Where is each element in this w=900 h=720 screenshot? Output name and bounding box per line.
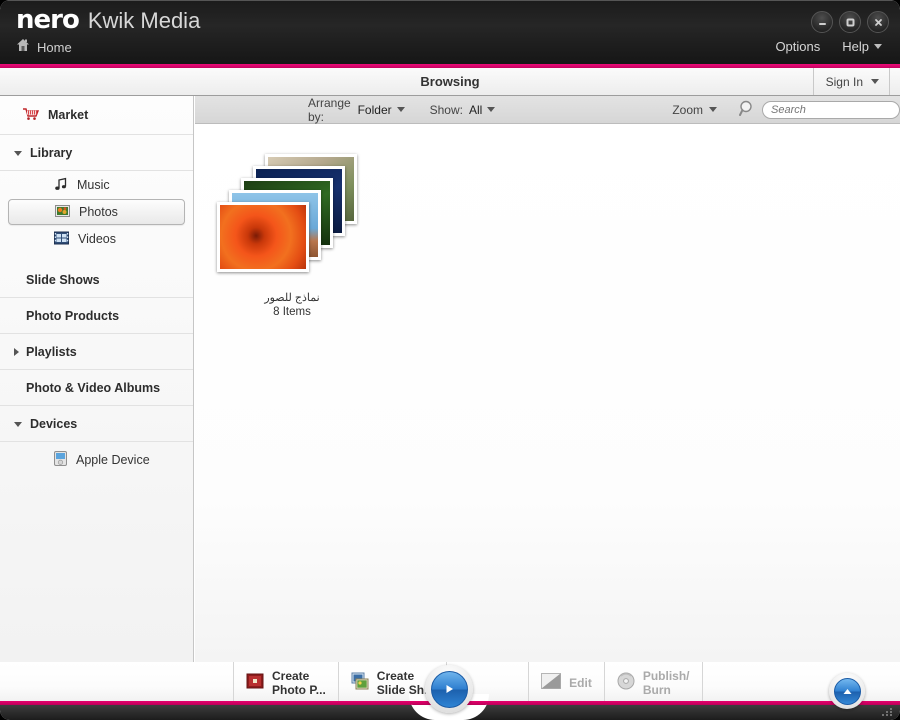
sidebar-item-playlists[interactable]: Playlists xyxy=(0,334,193,370)
chevron-up-icon xyxy=(833,677,861,705)
resize-grip[interactable] xyxy=(882,708,894,717)
app-brand: nero Kwik Media xyxy=(16,5,200,35)
show-value[interactable]: All xyxy=(468,102,496,117)
brand-product-label: Kwik Media xyxy=(87,8,201,33)
sub-header: Browsing Sign In xyxy=(0,68,900,96)
sidebar-item-photo-products[interactable]: Photo Products xyxy=(0,298,193,334)
sidebar-item-slide-shows[interactable]: Slide Shows xyxy=(0,262,193,298)
expand-panel-button[interactable] xyxy=(829,673,865,709)
arrange-by-label: Arrange by: xyxy=(308,95,351,124)
show-label: Show: xyxy=(429,102,463,117)
sidebar-item-label: Photos xyxy=(79,205,118,219)
arrange-by-control[interactable]: Arrange by: Folder xyxy=(308,96,405,124)
burn-disc-icon xyxy=(617,672,635,693)
sign-in-button[interactable]: Sign In xyxy=(812,68,890,95)
music-note-icon xyxy=(54,177,68,194)
chevron-down-icon xyxy=(396,107,405,112)
home-label: Home xyxy=(37,40,72,55)
sidebar-item-music[interactable]: Music xyxy=(8,171,185,199)
title-bar: nero Kwik Media Home Options Help xyxy=(0,0,900,64)
label-line-1: Create xyxy=(272,668,310,683)
page-title: Browsing xyxy=(420,74,480,89)
create-photo-product-button[interactable]: Create Photo P... xyxy=(233,662,339,703)
search-control[interactable] xyxy=(739,100,900,120)
chevron-down-icon xyxy=(14,151,22,156)
sidebar-item-label: Apple Device xyxy=(76,453,150,467)
close-button[interactable] xyxy=(867,11,889,33)
publish-burn-button[interactable]: Publish/ Burn xyxy=(605,662,703,703)
options-menu-item[interactable]: Options xyxy=(775,39,820,54)
edit-label: Edit xyxy=(569,676,592,690)
sidebar-item-videos[interactable]: Videos xyxy=(8,225,185,253)
sign-in-label: Sign In xyxy=(825,74,863,89)
edit-button[interactable]: Edit xyxy=(529,662,605,703)
chevron-down-icon xyxy=(14,422,22,427)
play-button[interactable] xyxy=(425,665,473,713)
photo-folder-count: 8 Items xyxy=(273,306,311,318)
sidebar-item-label: Slide Shows xyxy=(26,272,100,287)
search-icon xyxy=(739,100,756,120)
photo-product-icon xyxy=(246,672,264,693)
photo-folder-caption: نماذج للصور xyxy=(264,292,320,304)
label-line-2: Photo P... xyxy=(272,682,326,697)
brand-nero-label: nero xyxy=(16,5,80,35)
sidebar-item-label: Photo Products xyxy=(26,308,120,323)
zoom-control[interactable]: Zoom xyxy=(672,103,717,117)
help-label: Help xyxy=(842,39,869,54)
sidebar-item-photos[interactable]: Photos xyxy=(8,199,185,225)
show-filter-control[interactable]: Show: All xyxy=(430,103,496,117)
sidebar-item-label: Devices xyxy=(30,416,78,431)
minimize-button[interactable] xyxy=(811,11,833,33)
bottom-toolbar-spacer xyxy=(0,662,233,703)
sidebar-item-label: Music xyxy=(77,178,110,192)
arrange-by-value[interactable]: Folder xyxy=(358,103,405,117)
home-button[interactable]: Home xyxy=(16,38,72,57)
label-line-1: Edit xyxy=(569,675,592,690)
chevron-right-icon xyxy=(14,347,19,356)
sidebar-item-label: Photo & Video Albums xyxy=(26,380,161,395)
slide-show-icon xyxy=(351,672,369,693)
apple-device-icon xyxy=(54,451,67,469)
maximize-button[interactable] xyxy=(839,11,861,33)
window-controls xyxy=(811,11,889,33)
label-line-1: Publish/ xyxy=(642,668,690,683)
content-toolbar: Arrange by: Folder Show: All Zoom xyxy=(195,96,900,124)
label-line-2: Burn xyxy=(642,682,671,697)
show-value-text: All xyxy=(468,102,483,117)
create-photo-product-label: Create Photo P... xyxy=(272,669,326,697)
photo-stack-thumbnails xyxy=(217,154,362,279)
sidebar-item-library[interactable]: Library xyxy=(0,135,193,171)
photos-icon xyxy=(55,204,70,221)
options-label: Options xyxy=(775,39,821,54)
chevron-down-icon xyxy=(874,44,882,49)
play-icon xyxy=(430,670,468,708)
chevron-down-icon xyxy=(871,79,879,84)
chevron-down-icon xyxy=(487,107,496,112)
sidebar-item-apple-device[interactable]: Apple Device xyxy=(8,446,185,474)
help-menu-item[interactable]: Help xyxy=(842,39,882,54)
nero-kwik-media-window: nero Kwik Media Home Options Help Browsi… xyxy=(0,0,900,720)
zoom-label: Zoom xyxy=(672,102,703,117)
home-icon xyxy=(16,38,30,57)
arrange-by-value-text: Folder xyxy=(357,102,392,117)
sidebar-item-label: Market xyxy=(48,108,89,122)
sidebar-item-photo-video-albums[interactable]: Photo & Video Albums xyxy=(0,370,193,406)
sidebar-item-market[interactable]: Market xyxy=(0,96,193,135)
sidebar-item-devices[interactable]: Devices xyxy=(0,406,193,442)
sidebar-item-label: Library xyxy=(30,145,73,160)
sidebar-item-label: Videos xyxy=(78,232,116,246)
chevron-down-icon xyxy=(709,107,717,112)
shopping-cart-icon xyxy=(22,107,40,124)
stack-photo-1 xyxy=(217,202,309,272)
sidebar-item-label: Playlists xyxy=(26,344,77,359)
search-input[interactable] xyxy=(762,100,900,119)
publish-burn-label: Publish/ Burn xyxy=(643,669,690,697)
top-menu: Options Help xyxy=(775,39,882,54)
videos-icon xyxy=(54,231,69,248)
edit-icon xyxy=(541,673,562,692)
sidebar: Market Library Music Photos Videos Slide… xyxy=(0,96,194,662)
content-area: نماذج للصور 8 Items xyxy=(195,124,900,662)
photo-folder-stack[interactable]: نماذج للصور 8 Items xyxy=(217,154,367,319)
